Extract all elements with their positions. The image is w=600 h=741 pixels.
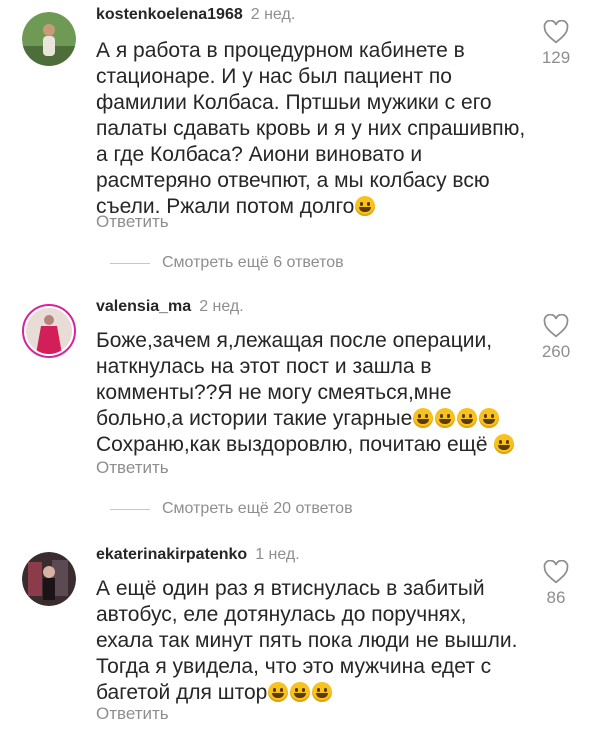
- heart-outline-icon: [543, 560, 569, 584]
- username[interactable]: kostenkoelena1968: [96, 6, 243, 23]
- laughing-emoji-icon: [494, 434, 515, 454]
- avatar[interactable]: [22, 304, 76, 358]
- view-more-replies[interactable]: Смотреть ещё 6 ответов: [110, 254, 344, 272]
- avatar[interactable]: [22, 12, 76, 66]
- like-button[interactable]: 86: [532, 560, 580, 608]
- reply-button[interactable]: Ответить: [96, 212, 169, 232]
- divider-line: [110, 262, 150, 264]
- comment-meta: kostenkoelena1968 2 нед.: [96, 6, 295, 24]
- reply-button[interactable]: Ответить: [96, 704, 169, 724]
- laughing-emoji-icon: [312, 682, 333, 702]
- comment-text-content: Сохраню,как выздоровлю, почитаю ещё: [96, 433, 488, 456]
- like-count: 86: [546, 588, 566, 607]
- comment-text: А я работа в процедурном кабинете в стац…: [96, 38, 526, 220]
- comment-text: Боже,зачем я,лежащая после операции, нат…: [96, 328, 536, 458]
- timestamp: 1 нед.: [255, 546, 300, 563]
- comment-text: А ещё один раз я втиснулась в забитый ав…: [96, 576, 526, 706]
- timestamp: 2 нед.: [250, 6, 296, 23]
- laughing-emoji-icon: [413, 408, 434, 428]
- avatar[interactable]: [22, 552, 76, 606]
- username[interactable]: ekaterinakirpatenko: [96, 546, 247, 563]
- heart-outline-icon: [543, 314, 569, 338]
- view-more-replies-label: Смотреть ещё 20 ответов: [162, 500, 353, 517]
- laughing-emoji-icon: [435, 408, 456, 428]
- laughing-emoji-icon: [479, 408, 500, 428]
- like-count: 129: [541, 48, 571, 67]
- comment-meta: ekaterinakirpatenko 1 нед.: [96, 546, 300, 564]
- view-more-replies-label: Смотреть ещё 6 ответов: [162, 254, 344, 271]
- username[interactable]: valensia_ma: [96, 298, 191, 315]
- view-more-replies[interactable]: Смотреть ещё 20 ответов: [110, 500, 353, 518]
- laughing-emoji-icon: [290, 682, 311, 702]
- laughing-emoji-icon: [355, 196, 376, 216]
- like-button[interactable]: 260: [532, 314, 580, 362]
- timestamp: 2 нед.: [199, 298, 244, 315]
- like-count: 260: [541, 342, 571, 361]
- divider-line: [110, 508, 150, 510]
- laughing-emoji-icon: [457, 408, 478, 428]
- heart-outline-icon: [543, 20, 569, 44]
- laughing-emoji-icon: [268, 682, 289, 702]
- comment-text-content: А я работа в процедурном кабинете в стац…: [96, 39, 526, 218]
- comment-meta: valensia_ma 2 нед.: [96, 298, 244, 316]
- like-button[interactable]: 129: [532, 20, 580, 68]
- reply-button[interactable]: Ответить: [96, 458, 169, 478]
